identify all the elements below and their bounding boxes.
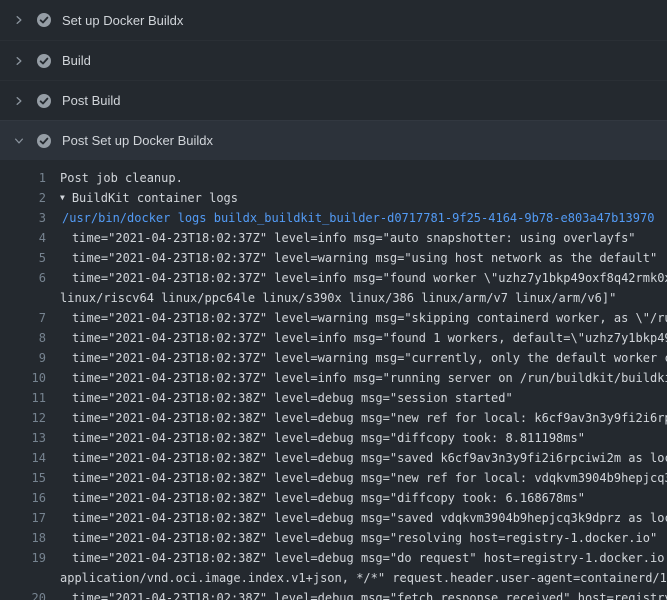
group-expanded-triangle-icon: ▼ [60, 188, 65, 208]
check-success-icon [36, 12, 52, 28]
line-number-link[interactable]: 15 [0, 468, 46, 488]
chevron-right-icon [12, 13, 26, 27]
log-row: 5time="2021-04-23T18:02:37Z" level=warni… [0, 248, 667, 268]
workflow-log-panel: Set up Docker Buildx Build Post Build [0, 0, 667, 600]
step-row-set-up-docker-buildx[interactable]: Set up Docker Buildx [0, 0, 667, 40]
log-row: 14time="2021-04-23T18:02:38Z" level=debu… [0, 448, 667, 468]
log-row: 12time="2021-04-23T18:02:38Z" level=debu… [0, 408, 667, 428]
log-text: time="2021-04-23T18:02:38Z" level=debug … [46, 508, 667, 528]
log-row: 11time="2021-04-23T18:02:38Z" level=debu… [0, 388, 667, 408]
line-number-link[interactable]: 4 [0, 228, 46, 248]
log-row: 17time="2021-04-23T18:02:38Z" level=debu… [0, 508, 667, 528]
log-row: 8time="2021-04-23T18:02:37Z" level=info … [0, 328, 667, 348]
log-command-text: /usr/bin/docker logs buildx_buildkit_bui… [46, 208, 654, 228]
line-number-link[interactable]: 16 [0, 488, 46, 508]
check-success-icon [36, 53, 52, 69]
step-title: Build [62, 53, 91, 68]
log-row: 9time="2021-04-23T18:02:37Z" level=warni… [0, 348, 667, 368]
log-text: time="2021-04-23T18:02:38Z" level=debug … [46, 468, 667, 488]
log-row: 13time="2021-04-23T18:02:38Z" level=debu… [0, 428, 667, 448]
log-row: 2▼BuildKit container logs [0, 188, 667, 208]
log-row: 7time="2021-04-23T18:02:37Z" level=warni… [0, 308, 667, 328]
log-row: 4time="2021-04-23T18:02:37Z" level=info … [0, 228, 667, 248]
log-row: 20time="2021-04-23T18:02:38Z" level=debu… [0, 588, 667, 600]
line-number-link[interactable]: 5 [0, 248, 46, 268]
log-text: time="2021-04-23T18:02:38Z" level=debug … [46, 488, 585, 508]
line-number-link[interactable]: 19 [0, 548, 46, 568]
log-row: 10time="2021-04-23T18:02:37Z" level=info… [0, 368, 667, 388]
line-number-link[interactable]: 10 [0, 368, 46, 388]
check-success-icon [36, 93, 52, 109]
steps-list: Set up Docker Buildx Build Post Build [0, 0, 667, 160]
log-text: time="2021-04-23T18:02:38Z" level=debug … [46, 428, 585, 448]
line-number-link[interactable]: 1 [0, 168, 46, 188]
step-title: Post Build [62, 93, 121, 108]
line-number-link[interactable]: 8 [0, 328, 46, 348]
line-number-link[interactable]: 11 [0, 388, 46, 408]
log-row: linux/riscv64 linux/ppc64le linux/s390x … [0, 288, 667, 308]
log-text: time="2021-04-23T18:02:37Z" level=info m… [46, 368, 667, 388]
check-success-icon [36, 133, 52, 149]
step-title: Post Set up Docker Buildx [62, 133, 213, 148]
line-number-link[interactable]: 6 [0, 268, 46, 288]
log-text: time="2021-04-23T18:02:37Z" level=warnin… [46, 248, 657, 268]
step-title: Set up Docker Buildx [62, 13, 183, 28]
log-row: 18time="2021-04-23T18:02:38Z" level=debu… [0, 528, 667, 548]
log-text: time="2021-04-23T18:02:37Z" level=info m… [46, 268, 667, 288]
step-row-build[interactable]: Build [0, 40, 667, 80]
log-text: linux/riscv64 linux/ppc64le linux/s390x … [46, 288, 616, 308]
log-row: 3/usr/bin/docker logs buildx_buildkit_bu… [0, 208, 667, 228]
log-row: 1Post job cleanup. [0, 168, 667, 188]
chevron-right-icon [12, 54, 26, 68]
log-text: time="2021-04-23T18:02:37Z" level=info m… [46, 328, 667, 348]
log-text: time="2021-04-23T18:02:37Z" level=warnin… [46, 348, 667, 368]
log-text: time="2021-04-23T18:02:37Z" level=info m… [46, 228, 636, 248]
line-number-link [0, 288, 46, 308]
line-number-link[interactable]: 14 [0, 448, 46, 468]
log-text: time="2021-04-23T18:02:38Z" level=debug … [46, 588, 667, 600]
line-number-link[interactable]: 9 [0, 348, 46, 368]
step-row-post-set-up-docker-buildx[interactable]: Post Set up Docker Buildx [0, 120, 667, 160]
log-row: 16time="2021-04-23T18:02:38Z" level=debu… [0, 488, 667, 508]
line-number-link[interactable]: 20 [0, 588, 46, 600]
log-viewer: 1Post job cleanup.2▼BuildKit container l… [0, 160, 667, 600]
line-number-link[interactable]: 18 [0, 528, 46, 548]
chevron-right-icon [12, 94, 26, 108]
log-text: time="2021-04-23T18:02:38Z" level=debug … [46, 548, 667, 568]
line-number-link[interactable]: 3 [0, 208, 46, 228]
log-row: 19time="2021-04-23T18:02:38Z" level=debu… [0, 548, 667, 568]
log-text: time="2021-04-23T18:02:38Z" level=debug … [46, 448, 667, 468]
log-text: Post job cleanup. [46, 168, 183, 188]
step-row-post-build[interactable]: Post Build [0, 80, 667, 120]
log-text: time="2021-04-23T18:02:38Z" level=debug … [46, 388, 513, 408]
line-number-link[interactable]: 12 [0, 408, 46, 428]
log-row: application/vnd.oci.image.index.v1+json,… [0, 568, 667, 588]
log-row: 15time="2021-04-23T18:02:38Z" level=debu… [0, 468, 667, 488]
log-lines: 1Post job cleanup.2▼BuildKit container l… [0, 168, 667, 600]
line-number-link[interactable]: 13 [0, 428, 46, 448]
chevron-down-icon [12, 134, 26, 148]
line-number-link[interactable]: 17 [0, 508, 46, 528]
log-text: time="2021-04-23T18:02:38Z" level=debug … [46, 408, 667, 428]
log-text: time="2021-04-23T18:02:37Z" level=warnin… [46, 308, 667, 328]
log-text: application/vnd.oci.image.index.v1+json,… [46, 568, 667, 588]
line-number-link[interactable]: 7 [0, 308, 46, 328]
line-number-link [0, 568, 46, 588]
line-number-link[interactable]: 2 [0, 188, 46, 208]
log-text: time="2021-04-23T18:02:38Z" level=debug … [46, 528, 657, 548]
log-row: 6time="2021-04-23T18:02:37Z" level=info … [0, 268, 667, 288]
log-group-toggle[interactable]: ▼BuildKit container logs [46, 188, 238, 208]
